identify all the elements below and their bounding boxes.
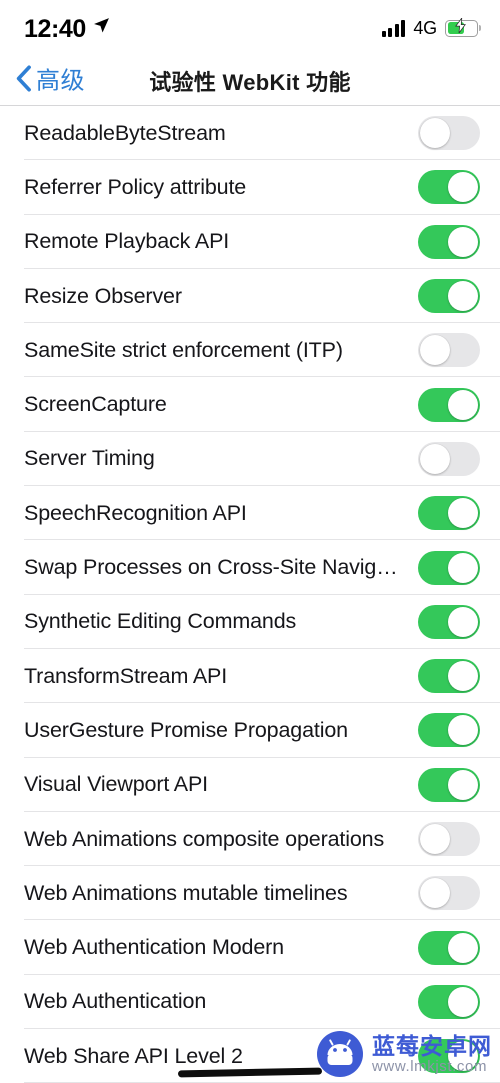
feature-flag-row[interactable]: Web Animations composite operations <box>0 811 500 867</box>
toggle-knob <box>420 443 450 474</box>
toggle-knob <box>448 661 478 692</box>
feature-flag-row[interactable]: SameSite strict enforcement (ITP) <box>0 323 500 378</box>
toggle-knob <box>448 986 478 1017</box>
feature-flag-toggle[interactable] <box>418 604 480 639</box>
feature-flag-toggle[interactable] <box>418 170 480 205</box>
status-bar-left: 12:40 <box>24 15 110 42</box>
feature-flag-label: TransformStream API <box>24 663 228 688</box>
feature-flag-label: ReadableByteStream <box>24 120 226 145</box>
feature-flag-toggle[interactable] <box>418 333 480 368</box>
back-button-label: 高级 <box>36 67 85 94</box>
feature-flag-toggle[interactable] <box>418 387 480 422</box>
back-button[interactable]: 高级 <box>15 65 85 98</box>
feature-flag-label: Web Animations composite operations <box>24 826 385 851</box>
feature-flag-label: SameSite strict enforcement (ITP) <box>24 337 343 362</box>
feature-flag-label: UserGesture Promise Propagation <box>24 717 348 742</box>
location-arrow-icon <box>93 17 110 39</box>
feature-flag-row[interactable]: Referrer Policy attribute <box>0 160 500 215</box>
feature-flag-label: Remote Playback API <box>24 229 230 254</box>
feature-flag-row[interactable]: Synthetic Editing Commands <box>0 594 500 650</box>
toggle-knob <box>448 281 478 312</box>
feature-flag-label: Server Timing <box>24 446 155 471</box>
toggle-knob <box>448 606 478 637</box>
toggle-knob <box>448 226 478 257</box>
feature-flag-toggle[interactable] <box>418 279 480 314</box>
feature-flag-label: Web Animations mutable timelines <box>24 880 348 905</box>
feature-flag-row[interactable]: ReadableByteStream <box>0 106 500 161</box>
status-bar: 12:40 4G <box>0 0 500 56</box>
feature-flag-row[interactable]: Web Authentication <box>0 974 500 1030</box>
feature-flag-toggle[interactable] <box>418 767 480 802</box>
navigation-bar: 高级 试验性 WebKit 功能 <box>0 56 500 106</box>
feature-flag-toggle[interactable] <box>418 441 480 476</box>
status-bar-right: 4G <box>381 16 478 38</box>
feature-flag-row[interactable]: ScreenCapture <box>0 377 500 433</box>
feature-flag-toggle[interactable] <box>418 550 480 585</box>
network-type-label: 4G <box>413 18 437 38</box>
feature-flag-toggle[interactable] <box>418 930 480 965</box>
feature-flag-row[interactable]: Server Timing <box>0 431 500 487</box>
feature-flag-row[interactable]: Remote Playback API <box>0 214 500 270</box>
feature-flag-row[interactable]: TransformStream API <box>0 648 500 704</box>
feature-flag-toggle[interactable] <box>418 713 480 748</box>
toggle-knob <box>448 715 478 746</box>
feature-flag-toggle[interactable] <box>418 822 480 856</box>
toggle-knob <box>448 172 478 203</box>
feature-flag-toggle[interactable] <box>418 1039 480 1074</box>
feature-flag-row[interactable]: UserGesture Promise Propagation <box>0 703 500 758</box>
page-title: 试验性 WebKit 功能 <box>149 70 351 95</box>
feature-flag-row[interactable]: SpeechRecognition API <box>0 486 500 541</box>
toggle-knob <box>448 1041 478 1072</box>
feature-flag-toggle[interactable] <box>418 496 480 531</box>
status-bar-clock: 12:40 <box>24 14 86 43</box>
toggle-knob <box>420 118 450 149</box>
toggle-knob <box>420 824 450 854</box>
feature-flag-label: ScreenCapture <box>24 392 167 417</box>
feature-flag-row[interactable]: Visual Viewport API <box>0 757 500 813</box>
toggle-knob <box>448 552 478 583</box>
feature-flag-row[interactable]: Web Authentication Modern <box>0 920 500 976</box>
feature-flag-toggle[interactable] <box>418 876 480 911</box>
feature-flag-label: Web Authentication <box>24 989 207 1014</box>
feature-flag-label: Visual Viewport API <box>24 772 208 797</box>
feature-flag-list: ReadableByteStream Referrer Policy attrib… <box>0 106 500 1083</box>
feature-flag-toggle[interactable] <box>418 224 480 259</box>
feature-flag-label: Referrer Policy attribute <box>24 174 247 199</box>
feature-flag-label: SpeechRecognition API <box>24 500 247 525</box>
toggle-knob <box>448 498 478 529</box>
feature-flag-label: Swap Processes on Cross-Site Navigati… <box>24 555 418 580</box>
feature-flag-label: Synthetic Editing Commands <box>24 609 297 634</box>
feature-flag-label: Web Share API Level 2 <box>24 1043 243 1068</box>
feature-flag-row[interactable]: Web Animations mutable timelines <box>0 866 500 921</box>
toggle-knob <box>448 769 478 800</box>
feature-flag-label: Resize Observer <box>24 283 182 308</box>
feature-flag-row[interactable]: Resize Observer <box>0 268 500 324</box>
feature-flag-toggle[interactable] <box>418 116 480 151</box>
cellular-signal-icon <box>381 19 406 37</box>
feature-flag-toggle[interactable] <box>418 984 480 1019</box>
feature-flag-label: Web Authentication Modern <box>24 935 284 960</box>
battery-charging-icon <box>445 16 478 37</box>
iphone-screen: 12:40 4G 高级 试验性 WebKit 功能 ReadableByteSt… <box>0 0 500 1083</box>
feature-flag-row[interactable]: Swap Processes on Cross-Site Navigati… <box>0 540 500 595</box>
toggle-knob <box>448 932 478 963</box>
chevron-left-icon <box>15 65 32 98</box>
toggle-knob <box>448 389 478 420</box>
toggle-knob <box>420 335 450 366</box>
toggle-knob <box>420 878 450 909</box>
feature-flag-toggle[interactable] <box>418 659 480 694</box>
